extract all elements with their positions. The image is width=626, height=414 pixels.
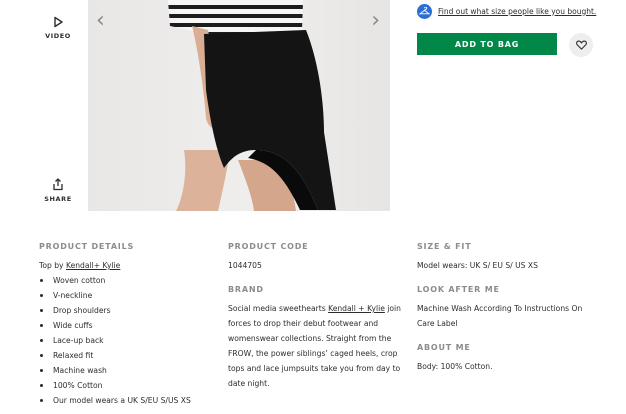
brand-heading: BRAND bbox=[228, 285, 264, 294]
add-to-bag-button[interactable]: ADD TO BAG bbox=[417, 33, 557, 55]
about-heading: ABOUT ME bbox=[417, 343, 471, 352]
brand-text-after: join forces to drop their debut footwear… bbox=[228, 304, 401, 388]
product-photo-illustration bbox=[168, 0, 336, 211]
product-code-heading: PRODUCT CODE bbox=[228, 242, 309, 251]
feature-item: Wide cuffs bbox=[39, 318, 214, 333]
hanger-icon bbox=[417, 3, 432, 19]
feature-list: Woven cotton V-neckline Drop shoulders W… bbox=[39, 273, 214, 408]
product-code-brand-section: PRODUCT CODE 1044705 BRAND Social media … bbox=[228, 242, 406, 391]
brand-description: Social media sweethearts Kendall + Kylie… bbox=[228, 301, 406, 391]
play-icon bbox=[54, 16, 63, 28]
feature-item: Lace-up back bbox=[39, 333, 214, 348]
size-help-link[interactable]: Find out what size people like you bough… bbox=[438, 7, 596, 16]
brand-line-prefix: Top by bbox=[39, 261, 66, 270]
feature-item: V-neckline bbox=[39, 288, 214, 303]
feature-item: Woven cotton bbox=[39, 273, 214, 288]
product-details-heading: PRODUCT DETAILS bbox=[39, 242, 135, 251]
share-label: SHARE bbox=[44, 195, 72, 203]
video-button[interactable]: VIDEO bbox=[38, 16, 78, 40]
brand-description-link[interactable]: Kendall + Kylie bbox=[328, 304, 385, 313]
product-image[interactable]: ‹ › bbox=[88, 0, 390, 211]
share-icon bbox=[53, 178, 63, 191]
feature-item: Machine wash bbox=[39, 363, 214, 378]
look-after-value: Machine Wash According To Instructions O… bbox=[417, 304, 583, 328]
share-button[interactable]: SHARE bbox=[38, 178, 78, 203]
video-label: VIDEO bbox=[45, 32, 71, 40]
size-fit-value: Model wears: UK S/ EU S/ US XS bbox=[417, 261, 538, 270]
save-for-later-button[interactable] bbox=[569, 33, 593, 57]
brand-link[interactable]: Kendall+ Kylie bbox=[66, 261, 120, 270]
feature-item: Relaxed fit bbox=[39, 348, 214, 363]
product-details-brand-line: Top by Kendall+ Kylie bbox=[39, 258, 214, 273]
look-after-heading: LOOK AFTER ME bbox=[417, 285, 500, 294]
next-image-arrow[interactable]: › bbox=[371, 10, 380, 32]
feature-item: Our model wears a UK S/EU S/US XS bbox=[39, 393, 214, 408]
product-code-value: 1044705 bbox=[228, 261, 262, 270]
feature-item: 100% Cotton bbox=[39, 378, 214, 393]
size-help-row: Find out what size people like you bough… bbox=[417, 3, 596, 19]
about-value: Body: 100% Cotton. bbox=[417, 362, 493, 371]
size-fit-heading: SIZE & FIT bbox=[417, 242, 472, 251]
feature-item: Drop shoulders bbox=[39, 303, 214, 318]
previous-image-arrow[interactable]: ‹ bbox=[96, 10, 105, 32]
brand-text-before: Social media sweethearts bbox=[228, 304, 329, 313]
product-details-section: PRODUCT DETAILS Top by Kendall+ Kylie Wo… bbox=[39, 242, 214, 408]
heart-icon bbox=[575, 40, 587, 50]
care-info-section: SIZE & FIT Model wears: UK S/ EU S/ US X… bbox=[417, 242, 597, 374]
